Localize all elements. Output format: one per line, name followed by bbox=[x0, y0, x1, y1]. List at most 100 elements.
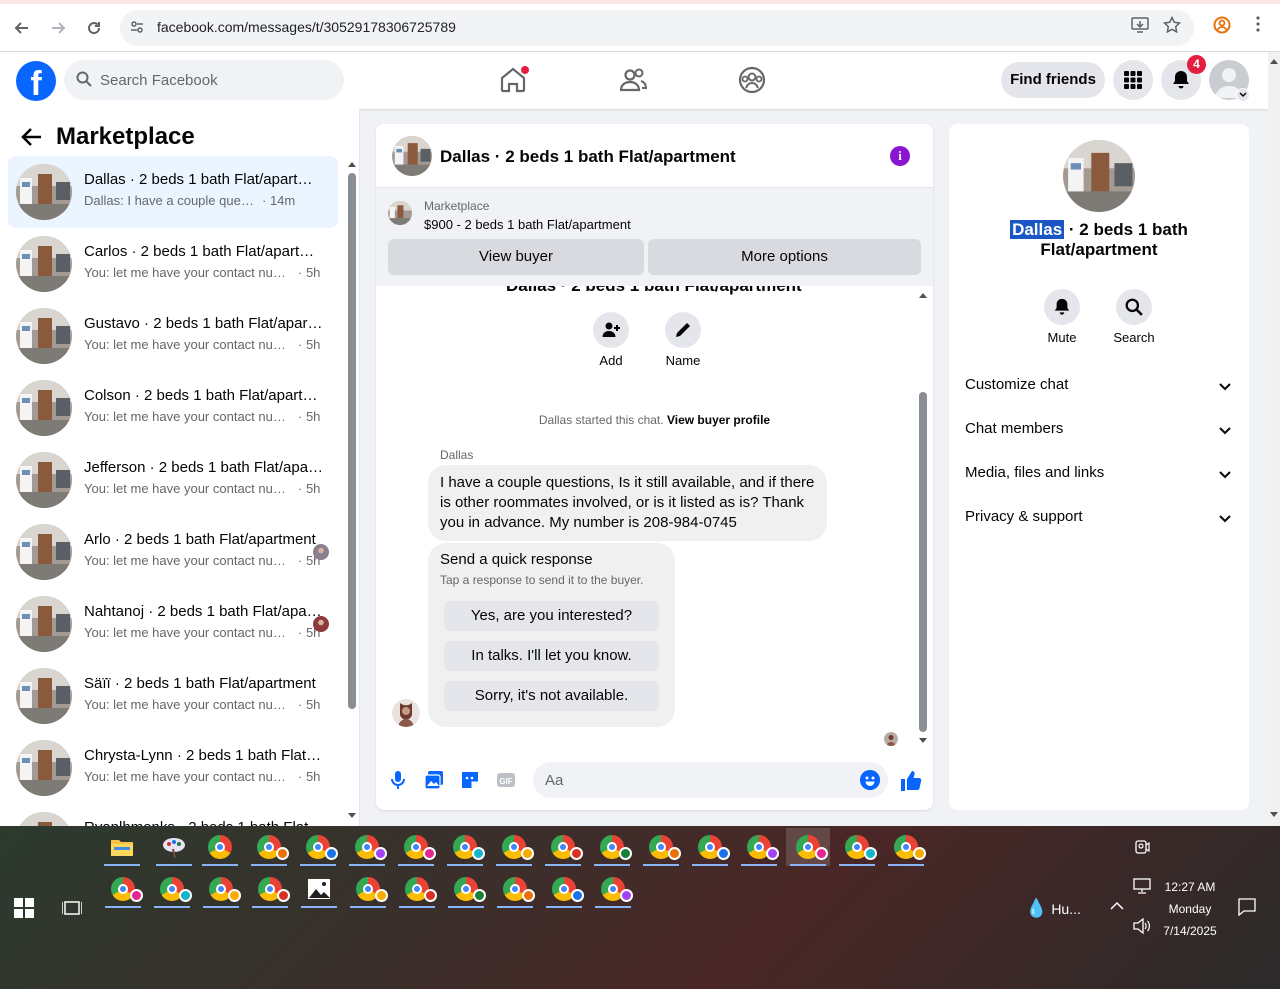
friends-icon[interactable] bbox=[617, 64, 649, 96]
network-icon[interactable] bbox=[1133, 878, 1151, 899]
facebook-logo-icon[interactable]: f bbox=[16, 61, 56, 101]
chrome-profile-icon[interactable] bbox=[884, 828, 928, 866]
search-input[interactable] bbox=[100, 60, 330, 100]
back-arrow-icon[interactable] bbox=[20, 125, 44, 149]
groups-icon[interactable] bbox=[736, 64, 768, 96]
privacy-support-section[interactable]: Privacy & support bbox=[949, 496, 1249, 540]
microphone-icon[interactable] bbox=[388, 770, 408, 790]
chrome-profile-icon[interactable] bbox=[492, 828, 536, 866]
chrome-profile-icon[interactable] bbox=[786, 828, 830, 866]
chrome-profile-icon[interactable] bbox=[345, 828, 389, 866]
info-icon[interactable]: i bbox=[890, 146, 910, 166]
gif-icon[interactable]: GIF bbox=[496, 770, 516, 790]
chrome-profile-icon[interactable] bbox=[248, 870, 292, 908]
conversation-item[interactable]: Säïï · 2 beds 1 bath Flat/apartment You: … bbox=[8, 660, 338, 732]
paint-app-icon[interactable] bbox=[152, 828, 196, 866]
chat-members-section[interactable]: Chat members bbox=[949, 408, 1249, 452]
chrome-profile-icon[interactable] bbox=[591, 870, 635, 908]
home-icon[interactable] bbox=[497, 64, 529, 96]
conversation-item[interactable]: Gustavo · 2 beds 1 bath Flat/apartment Yo… bbox=[8, 300, 338, 372]
find-friends-button[interactable]: Find friends bbox=[1001, 62, 1105, 98]
chrome-profile-icon[interactable] bbox=[101, 870, 145, 908]
forward-icon[interactable] bbox=[44, 14, 72, 42]
show-hidden-icons-chevron-icon[interactable] bbox=[1110, 898, 1124, 916]
page-scrollbar[interactable] bbox=[1268, 52, 1280, 826]
photo-attach-icon[interactable] bbox=[424, 770, 444, 790]
conversation-item[interactable]: Nahtanoj · 2 beds 1 bath Flat/apartment Y… bbox=[8, 588, 338, 660]
details-listing-thumbnail[interactable] bbox=[1063, 140, 1135, 212]
install-app-icon[interactable] bbox=[1130, 16, 1150, 36]
back-icon[interactable] bbox=[8, 14, 36, 42]
chrome-profile-icon[interactable] bbox=[395, 870, 439, 908]
message-bubble[interactable]: I have a couple questions, Is it still a… bbox=[428, 465, 827, 541]
site-settings-icon[interactable] bbox=[128, 19, 146, 37]
chrome-profile-icon[interactable] bbox=[199, 870, 243, 908]
address-bar[interactable]: facebook.com/messages/t/3052917830672578… bbox=[120, 10, 1194, 46]
chrome-profile-icon[interactable] bbox=[296, 828, 340, 866]
account-chevron-icon[interactable] bbox=[1236, 88, 1250, 102]
chrome-profile-icon[interactable] bbox=[542, 870, 586, 908]
conversation-item[interactable]: Colson · 2 beds 1 bath Flat/apartment You… bbox=[8, 372, 338, 444]
chrome-icon[interactable] bbox=[198, 828, 242, 866]
quick-response-option[interactable]: Yes, are you interested? bbox=[444, 601, 659, 631]
reload-icon[interactable] bbox=[80, 14, 108, 42]
file-explorer-icon[interactable] bbox=[100, 828, 144, 866]
sender-avatar[interactable] bbox=[392, 699, 420, 727]
mute-bell-icon[interactable] bbox=[1044, 289, 1080, 325]
menu-grid-icon[interactable] bbox=[1113, 60, 1153, 100]
chrome-profile-icon[interactable] bbox=[444, 870, 488, 908]
chrome-profile-icon[interactable] bbox=[247, 828, 291, 866]
chat-title[interactable]: Dallas · 2 beds 1 bath Flat/apartment bbox=[440, 147, 736, 167]
weather-widget[interactable]: 💧 Hu... bbox=[1025, 898, 1081, 919]
sidebar-scroll-thumb[interactable] bbox=[348, 173, 356, 709]
task-view-icon[interactable] bbox=[61, 898, 83, 923]
more-options-button[interactable]: More options bbox=[648, 239, 921, 275]
view-buyer-profile-link[interactable]: View buyer profile bbox=[667, 413, 770, 427]
customize-chat-section[interactable]: Customize chat bbox=[949, 364, 1249, 408]
chat-scroll-thumb[interactable] bbox=[919, 392, 927, 732]
emoji-icon[interactable] bbox=[860, 770, 880, 790]
search-conversation-icon[interactable] bbox=[1116, 289, 1152, 325]
chrome-profile-icon[interactable] bbox=[688, 828, 732, 866]
chrome-profile-icon[interactable] bbox=[835, 828, 879, 866]
start-windows-icon[interactable] bbox=[14, 898, 34, 923]
add-person-icon[interactable] bbox=[593, 312, 629, 348]
chat-scrollbar[interactable] bbox=[916, 292, 930, 744]
chrome-profile-icon[interactable] bbox=[443, 828, 487, 866]
conversation-item[interactable]: Jefferson · 2 beds 1 bath Flat/apartment… bbox=[8, 444, 338, 516]
bookmark-star-icon[interactable] bbox=[1162, 15, 1182, 36]
volume-icon[interactable] bbox=[1133, 917, 1151, 939]
chrome-profile-icon[interactable] bbox=[394, 828, 438, 866]
listing-description[interactable]: $900 - 2 beds 1 bath Flat/apartment bbox=[424, 217, 631, 232]
conversation-item[interactable]: Dallas · 2 beds 1 bath Flat/apartment Dal… bbox=[8, 156, 338, 228]
message-input-box[interactable] bbox=[533, 762, 888, 798]
chrome-profile-icon[interactable] bbox=[737, 828, 781, 866]
conversation-item[interactable]: Arlo · 2 beds 1 bath Flat/apartment You: … bbox=[8, 516, 338, 588]
quick-response-option[interactable]: Sorry, it's not available. bbox=[444, 681, 659, 711]
chrome-profile-icon[interactable] bbox=[493, 870, 537, 908]
message-input[interactable] bbox=[545, 762, 845, 798]
thumbs-up-icon[interactable] bbox=[900, 770, 922, 792]
listing-thumbnail[interactable] bbox=[392, 136, 432, 176]
sticker-icon[interactable] bbox=[460, 770, 480, 790]
profile-icon[interactable] bbox=[1212, 16, 1232, 36]
browser-menu-icon[interactable] bbox=[1248, 16, 1268, 36]
photos-app-icon[interactable] bbox=[297, 870, 341, 908]
taskbar-clock[interactable]: 12:27 AM Monday 7/14/2025 bbox=[1150, 876, 1230, 942]
quick-response-option[interactable]: In talks. I'll let you know. bbox=[444, 641, 659, 671]
search-box[interactable] bbox=[64, 60, 344, 100]
action-center-icon[interactable] bbox=[1238, 898, 1256, 921]
chrome-profile-icon[interactable] bbox=[590, 828, 634, 866]
edit-name-pencil-icon[interactable] bbox=[665, 312, 701, 348]
chrome-profile-icon[interactable] bbox=[541, 828, 585, 866]
conversation-item[interactable]: Chrysta-Lynn · 2 beds 1 bath Flat/apartm… bbox=[8, 732, 338, 804]
conversation-item[interactable]: Ryanlhmonks · 2 beds 1 bath Flat/apartme… bbox=[8, 804, 338, 826]
sidebar-scrollbar[interactable] bbox=[346, 161, 358, 821]
url-text[interactable]: facebook.com/messages/t/3052917830672578… bbox=[157, 19, 456, 35]
meet-now-icon[interactable] bbox=[1134, 838, 1150, 861]
view-buyer-button[interactable]: View buyer bbox=[388, 239, 644, 275]
conversation-item[interactable]: Carlos · 2 beds 1 bath Flat/apartment You… bbox=[8, 228, 338, 300]
chrome-profile-icon[interactable] bbox=[639, 828, 683, 866]
chrome-profile-icon[interactable] bbox=[150, 870, 194, 908]
media-files-links-section[interactable]: Media, files and links bbox=[949, 452, 1249, 496]
